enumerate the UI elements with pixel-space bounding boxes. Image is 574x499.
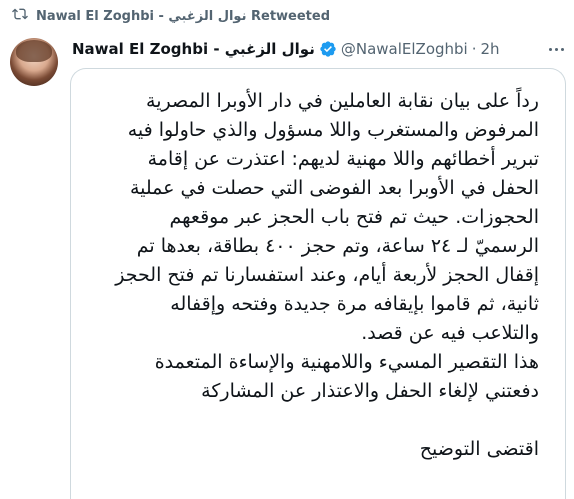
tweet-line: إقفال الحجز لأربعة أيام، وعند استفسارنا … — [115, 264, 539, 286]
more-options-icon[interactable] — [546, 40, 566, 58]
retweet-indicator[interactable]: Nawal El Zoghbi - نوال الزغبي Retweeted — [12, 4, 330, 28]
tweet-line: المرفوض والمستغرب واللا مسؤول والذي حاول… — [127, 119, 539, 141]
tweet-line: تبرير أخطائهم واللا مهنية لديهم: اعتذرت … — [147, 148, 539, 170]
tweet-line: الرسميّ لـ ٢٤ ساعة، وتم حجز ٤٠٠ بطاقة، ب… — [136, 235, 539, 257]
tweet-signoff: اقتضى التوضيح — [419, 438, 539, 460]
tweet-line: الحجوزات. حيث تم فتح باب الحجز عبر موقعه… — [169, 206, 539, 228]
tweet-text-card: رداً على بيان نقابة العاملين في دار الأو… — [70, 68, 566, 499]
tweet-line: والتلاعب فيه عن قصد. — [361, 322, 539, 344]
tweet-line: الحفل في الأوبرا بعد الفوضى التي حصلت في… — [129, 177, 539, 199]
tweet-timestamp[interactable]: 2h — [481, 40, 500, 58]
retweet-icon — [12, 6, 28, 26]
tweet-line: ثانية، ثم قاموا بإيقافه مرة جديدة وفتحه … — [170, 293, 539, 315]
verified-badge-icon — [319, 40, 337, 58]
tweet-line: دفعتني لإلغاء الحفل والاعتذار عن المشارك… — [201, 380, 539, 402]
tweet-line: هذا التقصير المسيء واللامهنية والإساءة ا… — [154, 351, 539, 373]
author-name[interactable]: Nawal El Zoghbi - نوال الزغبي — [72, 40, 315, 58]
author-avatar[interactable] — [10, 38, 58, 86]
tweet-text: رداً على بيان نقابة العاملين في دار الأو… — [91, 87, 539, 464]
retweet-label: Nawal El Zoghbi - نوال الزغبي Retweeted — [36, 8, 331, 24]
tweet-line: رداً على بيان نقابة العاملين في دار الأو… — [146, 90, 539, 112]
tweet-header: Nawal El Zoghbi - نوال الزغبي @NawalElZo… — [72, 38, 534, 60]
author-handle[interactable]: @NawalElZoghbi — [341, 40, 468, 58]
separator-dot: · — [471, 40, 477, 58]
